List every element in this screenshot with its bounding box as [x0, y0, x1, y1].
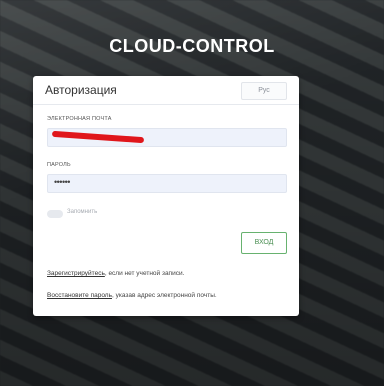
remember-label: Запомнить [67, 209, 98, 215]
register-note: Зарегистрируйтесь, если нет учетной запи… [47, 270, 292, 278]
brand-title: CLOUD-CONTROL [109, 36, 275, 56]
restore-password-link[interactable]: Восстановите пароль [47, 292, 112, 299]
login-button[interactable]: ВХОД [241, 232, 287, 254]
login-card: Авторизация Рус ЭЛЕКТРОННАЯ ПОЧТА ПАРОЛЬ… [33, 76, 299, 316]
password-label: ПАРОЛЬ [47, 162, 71, 168]
card-title: Авторизация [45, 83, 117, 97]
password-field[interactable]: •••••• [47, 174, 287, 193]
restore-note: Восстановите пароль, указав адрес электр… [47, 292, 292, 300]
remember-toggle[interactable] [47, 210, 63, 218]
email-label: ЭЛЕКТРОННАЯ ПОЧТА [47, 116, 112, 122]
language-button[interactable]: Рус [241, 82, 287, 100]
email-field[interactable] [47, 128, 287, 147]
restore-text: , указав адрес электронной почты. [111, 292, 217, 299]
password-value: •••••• [54, 177, 70, 187]
register-link[interactable]: Зарегистрируйтесь [47, 270, 105, 277]
redaction-mark [51, 130, 145, 144]
register-text: , если нет учетной записи. [104, 270, 185, 277]
card-header: Авторизация Рус [33, 76, 299, 105]
